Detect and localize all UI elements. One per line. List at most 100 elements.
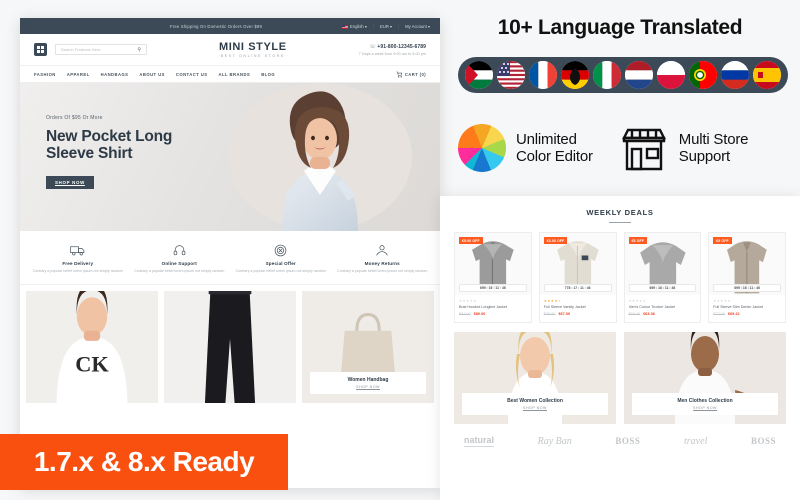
cart-button[interactable]: CART (0) <box>396 71 426 78</box>
discount-badge: €5 OFF <box>713 237 732 245</box>
flag-poland-icon[interactable] <box>657 61 685 89</box>
category-card-handbag[interactable]: Women Handbag SHOP NOW <box>302 291 434 404</box>
countdown-timer: 699 : 16 : 11 : 46 <box>628 284 697 293</box>
nav-item-handbags[interactable]: HANDBAGS <box>101 72 129 77</box>
cart-label: CART (0) <box>404 71 426 77</box>
support-hours: 7 Days a week from 9:00 am to 5:00 pm <box>358 51 426 56</box>
language-headline: 10+ Language Translated <box>497 16 743 39</box>
flag-italy-icon[interactable] <box>593 61 621 89</box>
logo-tagline: BEST ONLINE STORE <box>220 54 285 58</box>
hero-shop-now-button[interactable]: SHOP NOW <box>46 176 94 189</box>
flag-usa-icon[interactable] <box>497 61 525 89</box>
brand-logo-natural[interactable]: natural <box>464 435 495 448</box>
flag-palestine-icon[interactable] <box>465 61 493 89</box>
product-name[interactable]: Bust Hooded Longline Jacket <box>459 305 527 310</box>
product-name[interactable]: Full Sleeve Slim Denim Jacket <box>713 305 781 310</box>
product-name[interactable]: Men's Colour Trucker Jacket <box>629 305 697 310</box>
flag-portugal-icon[interactable] <box>689 61 717 89</box>
service-title: Online Support <box>161 261 197 266</box>
flag-russia-icon[interactable] <box>721 61 749 89</box>
flag-germany-icon[interactable] <box>561 61 589 89</box>
banner-label[interactable]: Men Clothes Collection SHOP NOW <box>632 393 778 416</box>
product-price: €72.00 €69.22 <box>713 312 781 316</box>
category-card-tshirt[interactable]: CK <box>26 291 158 404</box>
multi-store-label: Multi Store Support <box>678 130 749 166</box>
brand-logo-travel[interactable]: travel <box>684 436 707 447</box>
store-header: Search Products Here.. ⚲ MINI STYLE BEST… <box>20 34 440 66</box>
product-card[interactable]: €5.00 OFF 699 : 16 : 11 : 46 ★★★★★ Bust … <box>454 232 532 324</box>
product-name[interactable]: Full Sleeve Varsity Jacket <box>544 305 612 310</box>
product-row: €5.00 OFF 699 : 16 : 11 : 46 ★★★★★ Bust … <box>454 232 786 324</box>
category-card-jeans[interactable] <box>164 291 296 404</box>
search-input[interactable]: Search Products Here.. ⚲ <box>55 44 147 55</box>
collection-banner-men[interactable]: Men Clothes Collection SHOP NOW <box>624 332 786 425</box>
currency-switcher[interactable]: EUR ▾ <box>380 24 392 29</box>
feature-color-editor: Unlimited Color Editor <box>458 124 593 172</box>
old-price: €84.00 <box>459 312 471 317</box>
old-price: €66.00 <box>628 312 641 317</box>
phone-number: ☏ +91-800-12345-6789 <box>369 43 426 50</box>
product-price: €66.00 €63.36 <box>629 312 697 316</box>
countdown-timer: 699 : 16 : 11 : 46 <box>713 284 781 293</box>
search-placeholder: Search Products Here.. <box>61 47 103 52</box>
nav-item-about-us[interactable]: ABOUT US <box>139 72 164 77</box>
old-price: €70.00 <box>543 312 556 317</box>
divider: | <box>372 23 375 29</box>
flag-strip <box>458 57 788 93</box>
nav-item-fashion[interactable]: FASHION <box>34 72 56 77</box>
svg-text:CK: CK <box>75 352 109 377</box>
discount-badge: €3.00 OFF <box>543 237 568 245</box>
store-logo[interactable]: MINI STYLE BEST ONLINE STORE <box>147 41 359 58</box>
my-account-menu[interactable]: My Account ▾ <box>405 24 430 29</box>
product-card[interactable]: €5 OFF 699 : 16 : 11 : 46 ★★★★★ Men's Co… <box>623 232 702 324</box>
cart-icon <box>396 71 403 78</box>
nav-item-blog[interactable]: BLOG <box>261 72 275 77</box>
old-price: €72.00 <box>713 312 725 317</box>
product-price: €84.00 €80.00 <box>459 312 527 316</box>
hero-title-line2: Sleeve Shirt <box>46 145 133 162</box>
nav-item-contact-us[interactable]: CONTACT US <box>176 72 208 77</box>
brand-logo-boss[interactable]: BOSS <box>615 436 640 446</box>
new-price: €63.36 <box>643 312 655 317</box>
flag-spain-icon[interactable] <box>753 61 781 89</box>
card-cta[interactable]: SHOP NOW <box>313 385 423 389</box>
nav-item-apparel[interactable]: APPAREL <box>67 72 90 77</box>
service-title: Special Offer <box>265 261 296 266</box>
card-title: Women Handbag <box>347 377 389 384</box>
poster-canvas: Free Shipping On Domestic Orders Over $9… <box>0 0 800 500</box>
service-title: Money Returns <box>364 261 400 266</box>
chevron-down-icon: ▾ <box>364 23 367 29</box>
delivery-truck-icon <box>31 243 125 258</box>
nav-item-all-brands[interactable]: ALL BRANDS <box>219 72 251 77</box>
service-desc: Contrary a popular belief lorem ipsum no… <box>134 269 225 273</box>
hero-title-line1: New Pocket Long <box>46 128 173 145</box>
product-card[interactable]: €5 OFF 699 : 16 : 11 : 46 ★★★★★ Full Sle… <box>708 232 786 324</box>
service-online-support: Online Support Contrary a popular belief… <box>130 243 230 274</box>
discount-badge: €5.00 OFF <box>459 237 483 245</box>
product-card[interactable]: €3.00 OFF 778 : 17 : 11 : 46 ★★★★★ Full … <box>538 232 617 324</box>
collection-banner-women[interactable]: Best Women Collection SHOP NOW <box>454 332 616 425</box>
service-desc: Contrary a popular belief lorem ipsum no… <box>32 269 123 273</box>
hero-banner[interactable]: Orders Of $95 Or More New Pocket Long Sl… <box>20 83 440 231</box>
product-info: ★★★★★ Full Sleeve Slim Denim Jacket €72.… <box>709 295 785 322</box>
chevron-down-icon: ▾ <box>427 23 430 29</box>
hero-text-block: Orders Of $95 Or More New Pocket Long Sl… <box>46 115 226 189</box>
flag-netherlands-icon[interactable] <box>625 61 653 89</box>
product-price: €70.00 €67.00 <box>544 312 612 316</box>
discount-badge: €5 OFF <box>628 237 647 245</box>
banner-cta[interactable]: SHOP NOW <box>635 406 775 410</box>
banner-label[interactable]: Best Women Collection SHOP NOW <box>462 393 608 416</box>
categories-grid-icon[interactable] <box>34 43 47 56</box>
banner-cta[interactable]: SHOP NOW <box>465 406 605 410</box>
product-info: ★★★★★ Full Sleeve Varsity Jacket €70.00 … <box>540 295 616 322</box>
brand-logo-rayban[interactable]: Ray Ban <box>538 436 572 447</box>
brand-logo-row: natural Ray Ban BOSS travel BOSS <box>454 424 786 448</box>
brand-logo-boss-2[interactable]: BOSS <box>751 436 776 446</box>
search-icon[interactable]: ⚲ <box>137 47 141 53</box>
tshirt-model-photo: CK <box>26 291 158 404</box>
money-return-icon <box>336 243 430 258</box>
flag-france-icon[interactable] <box>529 61 557 89</box>
language-switcher[interactable]: English ▾ <box>342 24 367 29</box>
storefront-mockup: Free Shipping On Domestic Orders Over $9… <box>20 18 440 488</box>
handbag-card-label[interactable]: Women Handbag SHOP NOW <box>310 372 426 395</box>
